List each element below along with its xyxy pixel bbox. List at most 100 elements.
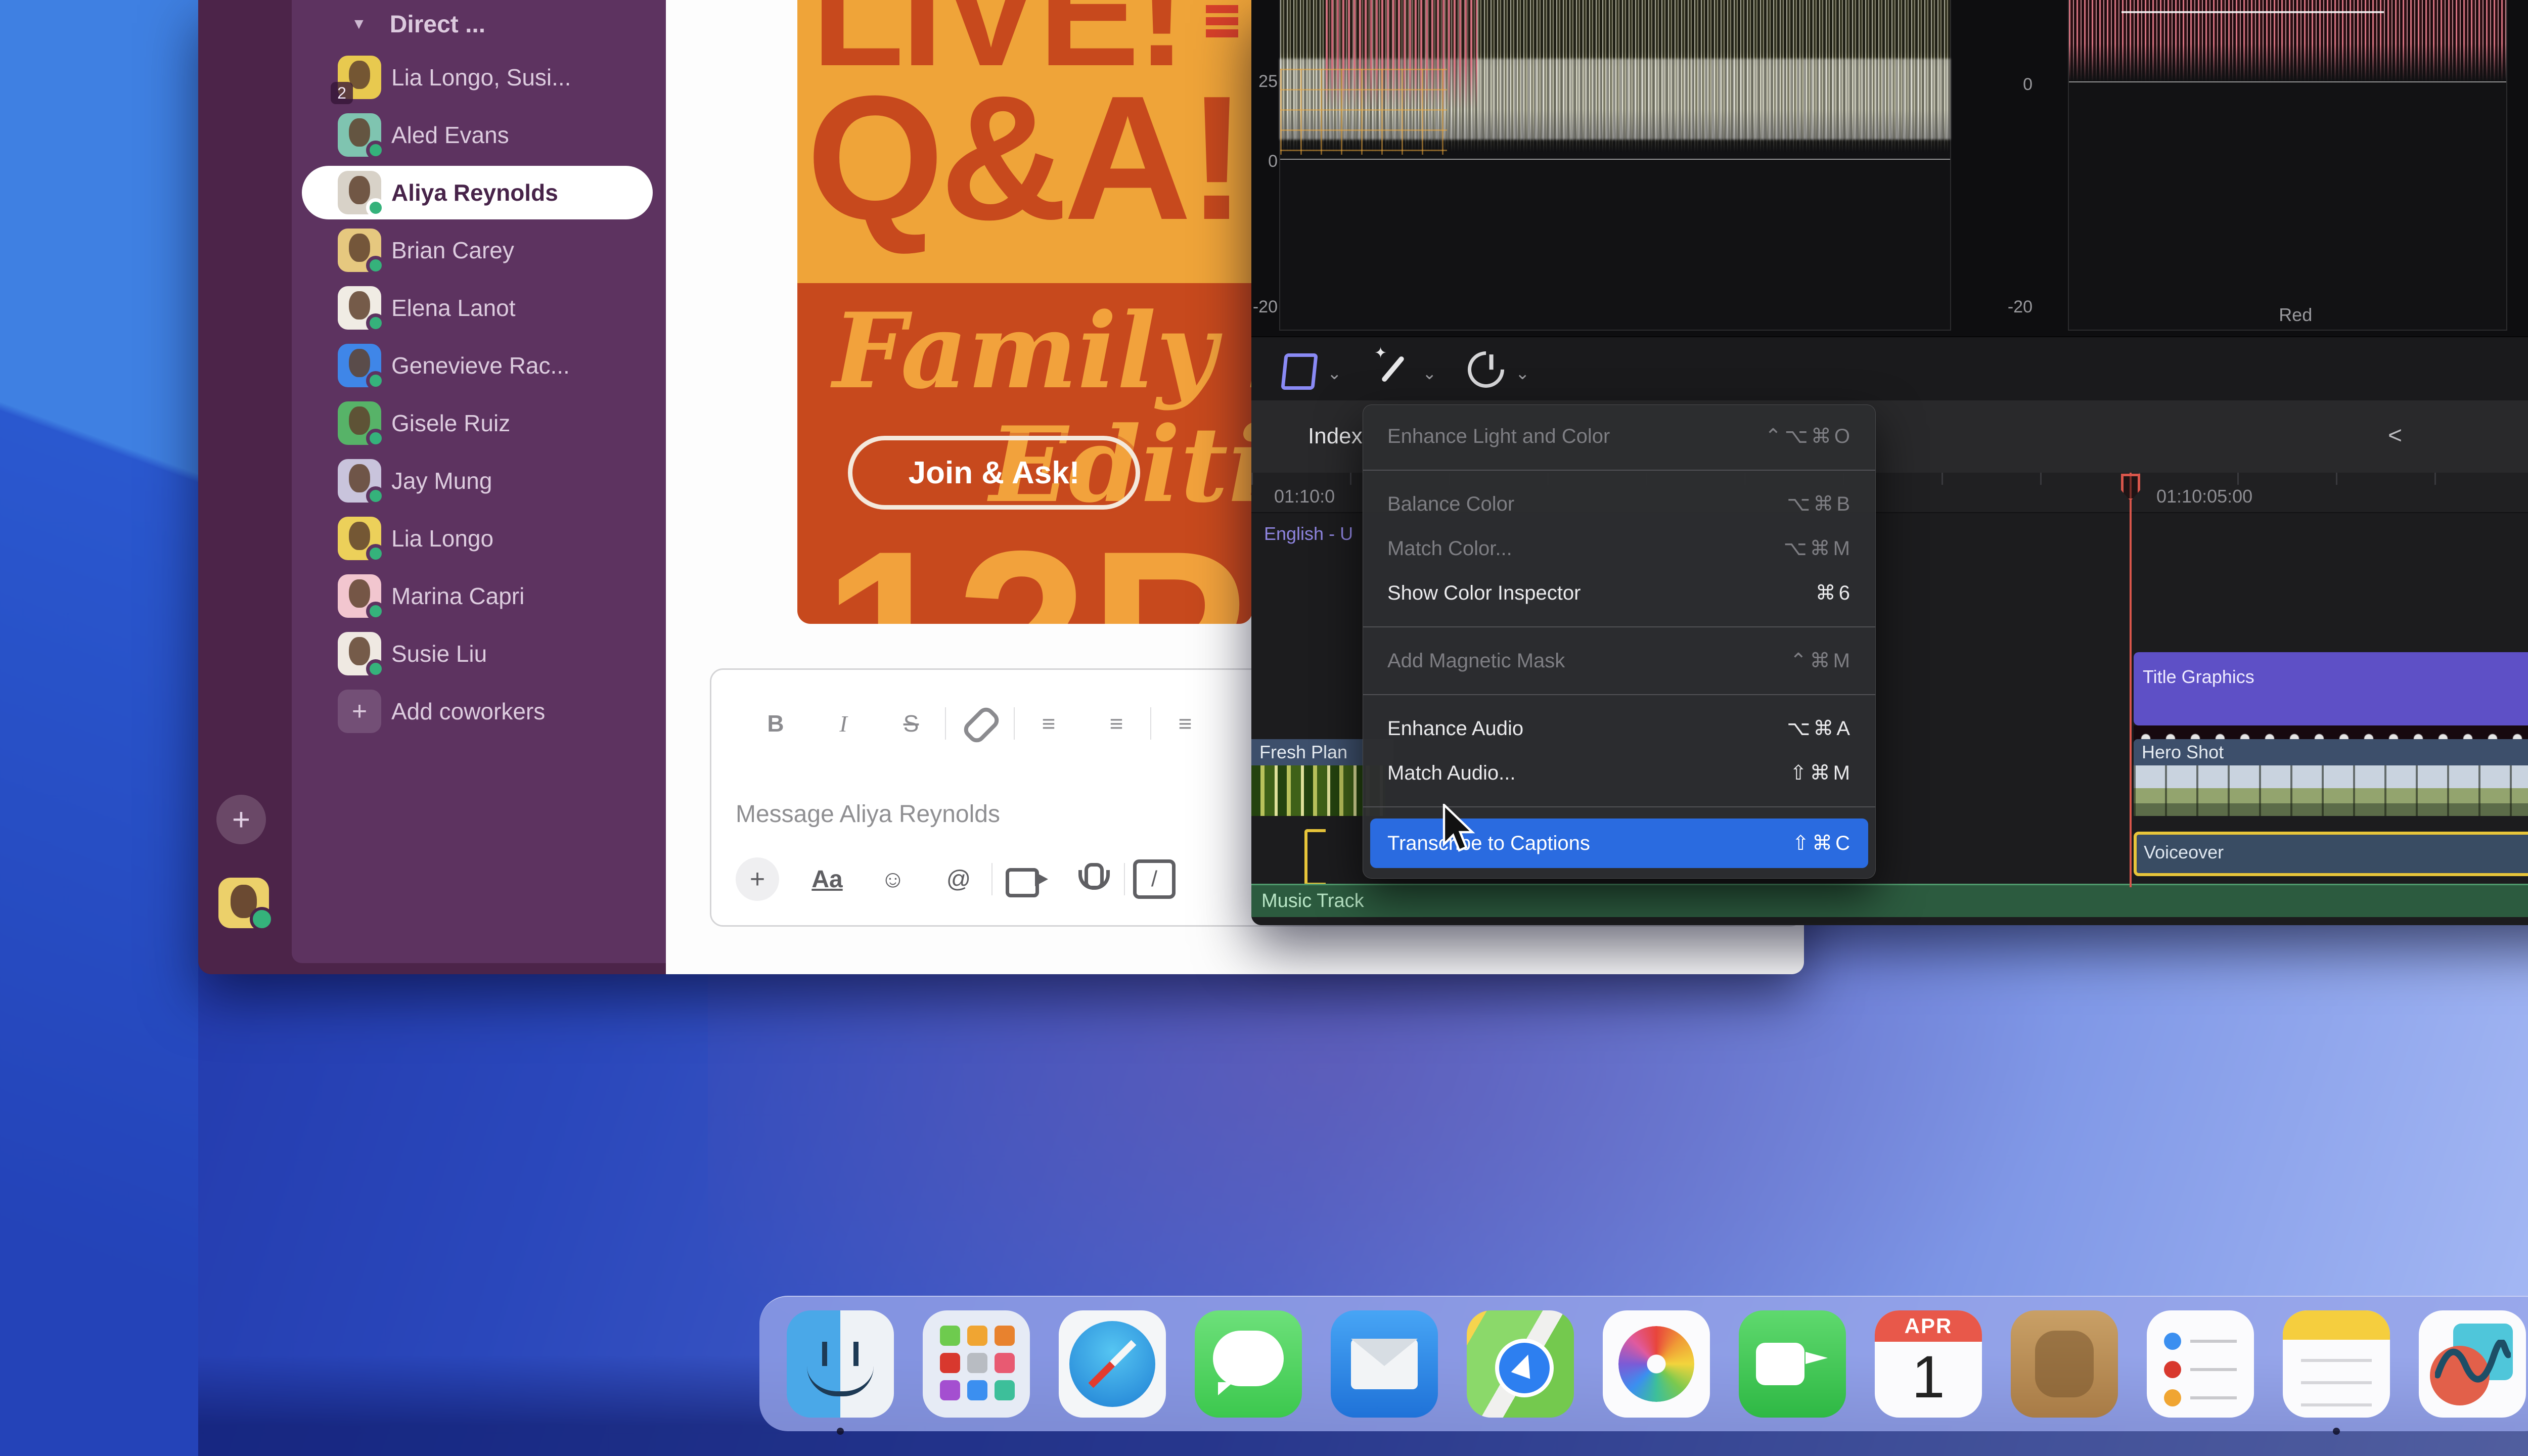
title-graphics-clip[interactable]: Title Graphics bbox=[2134, 652, 2528, 725]
slack-sidebar: ▼ Direct ... 2 Lia Longo, Susi... Aled Eva… bbox=[292, 0, 666, 963]
sidebar-item-lia-longo[interactable]: Lia Longo bbox=[292, 510, 666, 567]
menu-item-shortcut: ⌥⌘A bbox=[1787, 717, 1853, 740]
luma-waveform-scope bbox=[1279, 0, 1951, 331]
chevron-down-icon[interactable]: ⌄ bbox=[1327, 363, 1342, 384]
reminder-bullet bbox=[2164, 1333, 2181, 1350]
text-format-button[interactable]: Aa bbox=[794, 866, 860, 893]
shortcuts-icon[interactable]: / bbox=[1133, 859, 1176, 899]
sidebar-item-gisele-ruiz[interactable]: Gisele Ruiz bbox=[292, 394, 666, 452]
scope-tick-25: 25 bbox=[1258, 72, 1278, 91]
sidebar-item-label: Jay Mung bbox=[391, 468, 492, 494]
sidebar-item-elena-lanot[interactable]: Elena Lanot bbox=[292, 279, 666, 337]
bold-icon[interactable]: B bbox=[742, 710, 809, 737]
attach-plus-button[interactable]: + bbox=[736, 857, 779, 901]
microphone-icon[interactable] bbox=[1058, 863, 1124, 895]
menu-item-balance-color: Balance Color ⌥⌘B bbox=[1363, 482, 1875, 526]
voiceover-clip[interactable]: Voiceover bbox=[2134, 832, 2528, 876]
hero-shot-clip[interactable]: Hero Shot bbox=[2134, 739, 2528, 765]
menu-item-match-audio-[interactable]: Match Audio... ⇧⌘M bbox=[1363, 751, 1875, 795]
avatar-face bbox=[349, 349, 370, 377]
mention-icon[interactable]: @ bbox=[926, 866, 991, 893]
strikethrough-icon[interactable]: S bbox=[877, 710, 945, 737]
sidebar-item-marina-capri[interactable]: Marina Capri bbox=[292, 567, 666, 625]
photos-pinwheel bbox=[1618, 1326, 1694, 1402]
sidebar-item-aled-evans[interactable]: Aled Evans bbox=[292, 106, 666, 164]
avatar-face bbox=[349, 234, 370, 262]
messages-icon[interactable] bbox=[1195, 1310, 1302, 1418]
launchpad-tile bbox=[995, 1326, 1015, 1346]
index-button[interactable]: Index bbox=[1308, 424, 1363, 449]
music-track[interactable]: Music Track bbox=[1251, 884, 2528, 917]
menu-item-label: Balance Color bbox=[1387, 492, 1515, 515]
format-toolbar: B I S ≡ ≡ ≡ bbox=[742, 693, 1219, 754]
sidebar-item-aliya-reynolds[interactable]: Aliya Reynolds bbox=[292, 164, 666, 221]
facetime-icon[interactable] bbox=[1739, 1310, 1846, 1418]
launchpad-icon[interactable] bbox=[923, 1310, 1030, 1418]
italic-icon[interactable]: I bbox=[809, 710, 877, 737]
freeform-icon[interactable] bbox=[2419, 1310, 2526, 1418]
menu-separator bbox=[1363, 806, 1875, 807]
calendar-icon[interactable]: APR 1 bbox=[1875, 1310, 1982, 1418]
finder-smile bbox=[807, 1356, 874, 1396]
clip-tools-icon[interactable] bbox=[1281, 353, 1318, 390]
sidebar-item-lia-longo-susi-[interactable]: 2 Lia Longo, Susi... bbox=[292, 49, 666, 106]
compose-actions: + Aa ☺ @ / bbox=[736, 851, 1176, 907]
retime-gauge-icon[interactable] bbox=[1460, 344, 1512, 395]
poster-family-text: Family Fan bbox=[833, 291, 1252, 412]
launchpad-tile bbox=[940, 1380, 960, 1400]
notes-icon[interactable] bbox=[2283, 1310, 2390, 1435]
menu-item-match-color-: Match Color... ⌥⌘M bbox=[1363, 526, 1875, 571]
playhead[interactable] bbox=[2130, 473, 2132, 887]
reminders-icon[interactable] bbox=[2147, 1310, 2254, 1418]
menu-item-enhance-audio[interactable]: Enhance Audio ⌥⌘A bbox=[1363, 706, 1875, 751]
chevron-down-icon[interactable]: ▼ bbox=[351, 16, 367, 33]
mail-icon[interactable] bbox=[1331, 1310, 1438, 1418]
sidebar-item-label: Lia Longo, Susi... bbox=[391, 64, 571, 90]
maps-icon[interactable] bbox=[1467, 1310, 1574, 1418]
photos-icon[interactable] bbox=[1603, 1310, 1710, 1418]
avatar-face bbox=[349, 579, 370, 608]
enhancements-context-menu: Enhance Light and Color ⌃⌥⌘O Balance Color… bbox=[1363, 404, 1876, 879]
scope-tick-neg20: -20 bbox=[1252, 297, 1278, 316]
add-workspace-button[interactable]: + bbox=[216, 795, 266, 844]
contacts-icon[interactable] bbox=[2011, 1310, 2118, 1418]
video-record-icon[interactable] bbox=[992, 864, 1058, 897]
indent-list-icon[interactable]: ≡ bbox=[1151, 710, 1219, 737]
sidebar-item-add-coworkers[interactable]: + Add coworkers bbox=[292, 682, 666, 740]
ordered-list-icon[interactable]: ≡ bbox=[1015, 710, 1082, 737]
menu-item-show-color-inspector[interactable]: Show Color Inspector ⌘6 bbox=[1363, 571, 1875, 615]
avatar: 2 bbox=[331, 56, 381, 104]
notes-line bbox=[2301, 1359, 2372, 1362]
emoji-icon[interactable]: ☺ bbox=[860, 866, 926, 893]
rgb-parade-red-scope: Red bbox=[2068, 0, 2507, 331]
caption-clip-label[interactable]: English - U bbox=[1264, 523, 1353, 544]
sidebar-item-brian-carey[interactable]: Brian Carey bbox=[292, 221, 666, 279]
scope-tick-0: 0 bbox=[1268, 152, 1278, 171]
bulleted-list-icon[interactable]: ≡ bbox=[1082, 710, 1150, 737]
sidebar-item-genevieve-rac-[interactable]: Genevieve Rac... bbox=[292, 337, 666, 394]
direct-messages-label: Direct ... bbox=[389, 11, 486, 38]
safari-icon[interactable] bbox=[1059, 1310, 1166, 1418]
avatar-face bbox=[349, 637, 370, 665]
chevron-down-icon[interactable]: ⌄ bbox=[1422, 363, 1437, 384]
direct-messages-header[interactable]: ▼ Direct ... bbox=[292, 0, 666, 49]
link-icon[interactable] bbox=[946, 708, 1014, 739]
wallpaper-left-band bbox=[0, 0, 198, 1456]
chevron-left-icon[interactable]: < bbox=[2388, 422, 2402, 449]
message-input[interactable]: Message Aliya Reynolds bbox=[736, 800, 1000, 828]
presence-indicator bbox=[366, 313, 385, 333]
enhancements-wand-icon[interactable] bbox=[1374, 344, 1411, 386]
launchpad-tile bbox=[995, 1380, 1015, 1400]
notes-line bbox=[2301, 1403, 2372, 1406]
playhead-timecode: 01:10:05:00 bbox=[2156, 486, 2253, 507]
finder-icon[interactable] bbox=[787, 1310, 894, 1435]
sidebar-item-susie-liu[interactable]: Susie Liu bbox=[292, 625, 666, 682]
qa-poster-image: LIVE! Q&A! Family Fan Edition Join & Ask… bbox=[797, 0, 1252, 624]
hero-shot-filmstrip[interactable] bbox=[2134, 765, 2528, 816]
red-channel-label: Red bbox=[2279, 304, 2313, 325]
chevron-down-icon[interactable]: ⌄ bbox=[1515, 363, 1530, 384]
poster-qa-text: Q&A! bbox=[806, 59, 1246, 257]
sidebar-item-label: Aliya Reynolds bbox=[391, 179, 558, 206]
sidebar-item-jay-mung[interactable]: Jay Mung bbox=[292, 452, 666, 510]
user-avatar[interactable] bbox=[218, 878, 274, 931]
